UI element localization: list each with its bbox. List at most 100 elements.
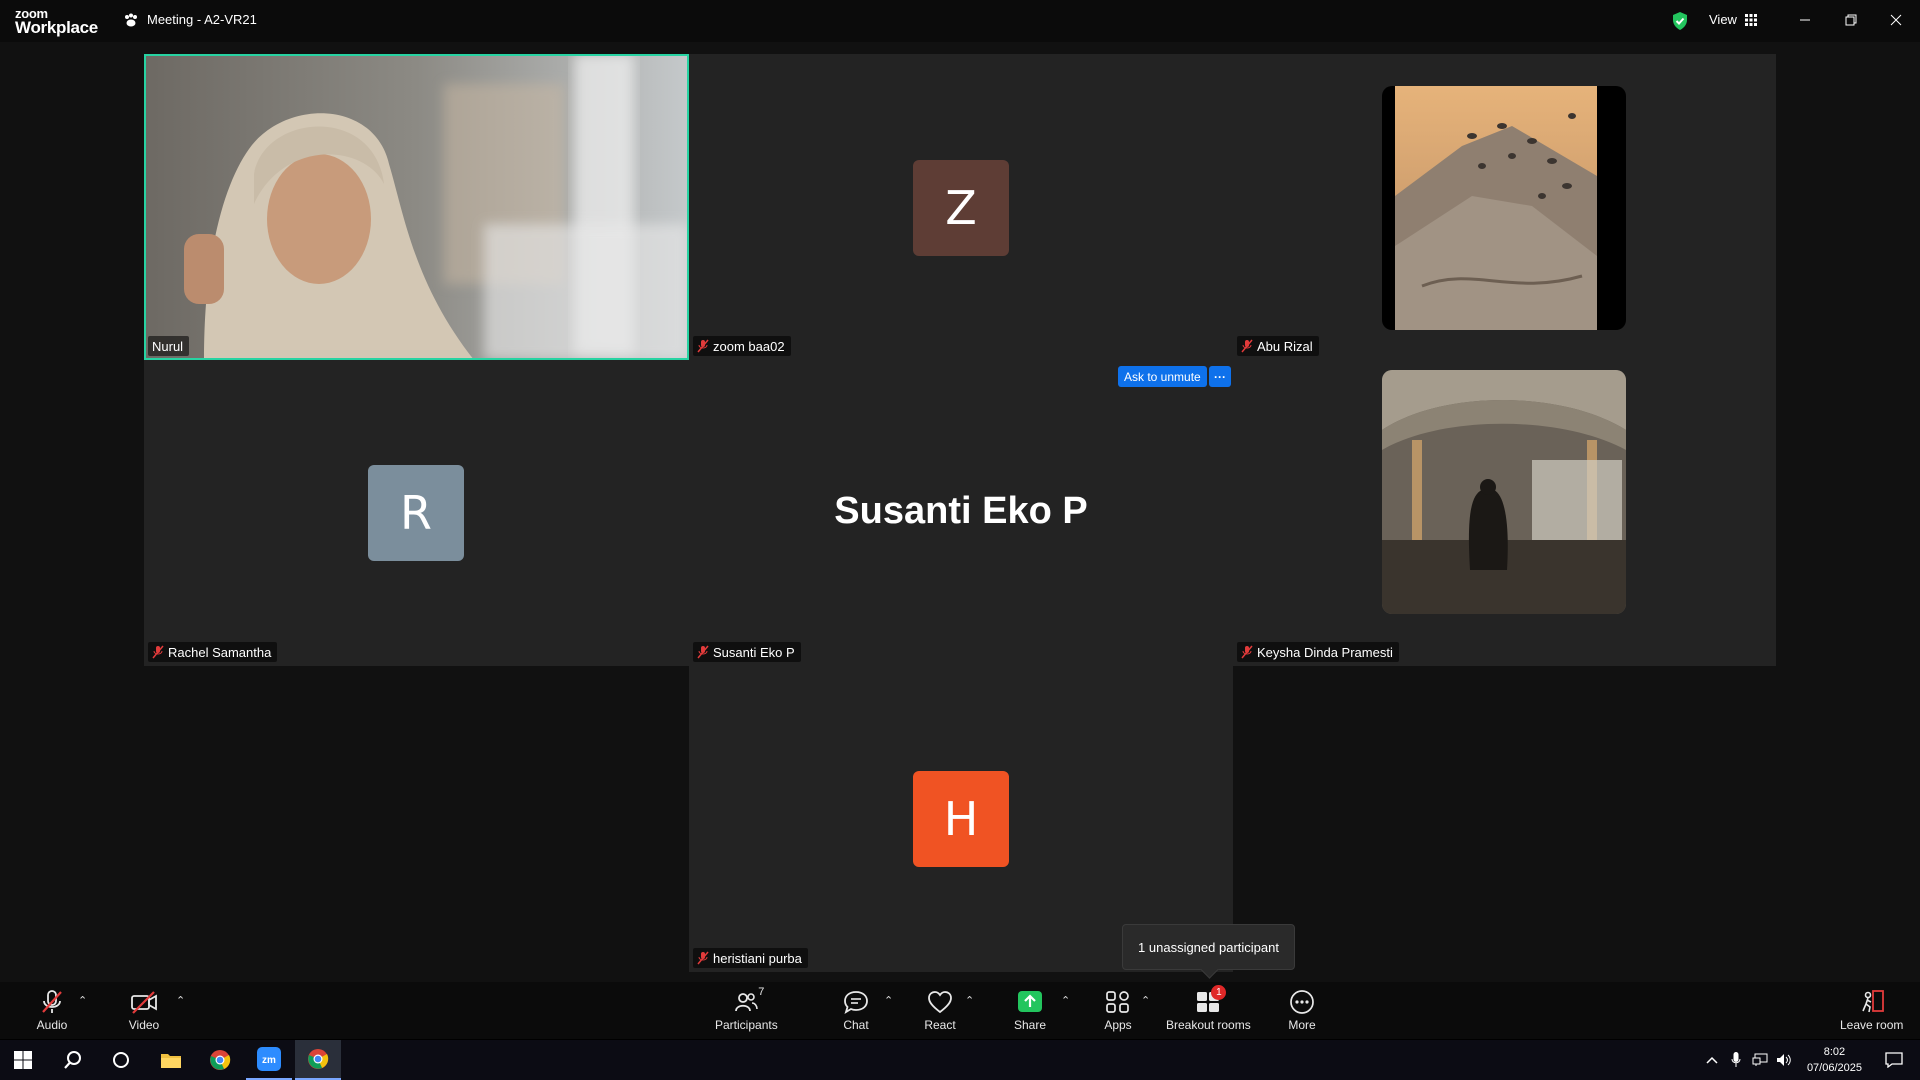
apps-button[interactable]: Apps	[1102, 988, 1134, 1032]
close-icon	[1890, 14, 1902, 26]
birds-on-rock-image	[1395, 86, 1597, 330]
participant-name-tag: Susanti Eko P	[693, 642, 801, 662]
title-bar: zoom Workplace Meeting - A2-VR21 View	[0, 0, 1920, 42]
chat-icon	[844, 991, 868, 1014]
meeting-title: Meeting - A2-VR21	[147, 12, 257, 27]
muted-mic-icon	[697, 645, 709, 659]
grid-icon	[1744, 13, 1757, 26]
participant-name-tag: Keysha Dinda Pramesti	[1237, 642, 1399, 662]
network-icon	[1752, 1053, 1768, 1066]
restore-icon	[1845, 14, 1857, 26]
react-options-caret[interactable]: ⌃	[965, 994, 974, 1007]
chrome-icon	[210, 1050, 231, 1070]
participant-name-tag: zoom baa02	[693, 336, 791, 356]
share-button[interactable]: Share	[1014, 988, 1046, 1032]
tray-overflow-button[interactable]	[1700, 1040, 1724, 1080]
mic-tray-button[interactable]	[1724, 1040, 1748, 1080]
notification-icon	[1885, 1052, 1903, 1068]
zoom-taskbar-button[interactable]: zm	[246, 1040, 292, 1080]
leave-room-icon	[1861, 990, 1884, 1013]
search-button[interactable]	[50, 1040, 96, 1080]
participant-count: 7	[758, 986, 765, 998]
gallery-view: Nurul Z zoom baa02 Abu Rizal R Rachel Sa…	[0, 42, 1920, 982]
audio-options-caret[interactable]: ⌃	[78, 994, 87, 1007]
apps-icon	[1106, 991, 1129, 1013]
ask-to-unmute-button[interactable]: Ask to unmute	[1118, 366, 1207, 387]
microphone-icon	[1731, 1052, 1741, 1067]
video-tile-abu-rizal[interactable]: Abu Rizal	[1233, 54, 1776, 360]
video-button[interactable]: Video	[128, 988, 160, 1032]
mic-muted-icon	[42, 990, 62, 1013]
unassigned-tooltip: 1 unassigned participant	[1122, 924, 1295, 970]
profile-photo	[1382, 86, 1626, 330]
notification-badge: 1	[1211, 985, 1227, 1000]
video-options-caret[interactable]: ⌃	[176, 994, 185, 1007]
more-options-button[interactable]: ···	[1209, 366, 1231, 387]
react-button[interactable]: React	[924, 988, 956, 1032]
muted-mic-icon	[1241, 645, 1253, 659]
video-tile-rachel[interactable]: R Rachel Samantha	[144, 360, 689, 666]
participant-name-tag: heristiani purba	[693, 948, 808, 968]
cortana-icon	[113, 1052, 129, 1068]
folder-icon	[161, 1054, 181, 1068]
zoom-logo: zoom Workplace	[15, 6, 98, 37]
chat-button[interactable]: Chat	[840, 988, 872, 1032]
share-options-caret[interactable]: ⌃	[1061, 994, 1070, 1007]
participant-video	[144, 54, 689, 360]
meeting-toolbar: Audio ⌃ Video ⌃ 7 Participants Chat ⌃ Re…	[0, 982, 1920, 1039]
participant-name-tag: Nurul	[148, 336, 190, 356]
participants-icon	[735, 993, 759, 1012]
windows-taskbar: zm 8:02 07/06/2025	[0, 1040, 1920, 1080]
profile-photo	[1382, 370, 1626, 614]
chat-options-caret[interactable]: ⌃	[884, 994, 893, 1007]
network-tray-button[interactable]	[1748, 1040, 1772, 1080]
participant-display-name: Susanti Eko P	[834, 490, 1088, 532]
shield-check-icon[interactable]	[1670, 11, 1690, 31]
restore-button[interactable]	[1834, 8, 1868, 32]
close-button[interactable]	[1879, 8, 1913, 32]
zoom-app-icon: zm	[257, 1047, 281, 1071]
avatar: H	[913, 771, 1009, 867]
mosque-umbrellas-image	[1382, 370, 1626, 614]
action-center-button[interactable]	[1874, 1040, 1914, 1080]
muted-mic-icon	[697, 951, 709, 965]
video-tile-susanti[interactable]: Susanti Eko P Susanti Eko P	[689, 360, 1233, 666]
cortana-button[interactable]	[98, 1040, 144, 1080]
system-clock[interactable]: 8:02 07/06/2025	[1807, 1044, 1862, 1076]
windows-logo-icon	[14, 1051, 32, 1069]
volume-tray-button[interactable]	[1772, 1040, 1796, 1080]
heart-icon	[928, 991, 952, 1014]
video-tile-keysha[interactable]: Keysha Dinda Pramesti	[1233, 360, 1776, 666]
start-button[interactable]	[0, 1040, 46, 1080]
meeting-info[interactable]: Meeting - A2-VR21	[123, 12, 257, 27]
avatar: R	[368, 465, 464, 561]
muted-mic-icon	[1241, 339, 1253, 353]
leave-room-button[interactable]: Leave room	[1840, 988, 1903, 1032]
camera-off-icon	[131, 991, 157, 1014]
share-screen-icon	[1018, 991, 1043, 1012]
apps-options-caret[interactable]: ⌃	[1141, 994, 1150, 1007]
participant-name-tag: Rachel Samantha	[148, 642, 278, 662]
chrome-icon	[308, 1049, 329, 1069]
video-tile-zoom-baa02[interactable]: Z zoom baa02	[689, 54, 1233, 360]
breakout-rooms-button[interactable]: 1 Breakout rooms	[1166, 985, 1251, 1032]
search-icon	[64, 1051, 81, 1069]
chrome-active-button[interactable]	[295, 1040, 341, 1080]
participant-name-tag: Abu Rizal	[1237, 336, 1319, 356]
svg-text:zm: zm	[262, 1055, 276, 1066]
more-button[interactable]: More	[1286, 988, 1318, 1032]
muted-mic-icon	[697, 339, 709, 353]
participants-button[interactable]: 7 Participants	[715, 986, 778, 1032]
more-dots-icon	[1290, 990, 1314, 1014]
file-explorer-button[interactable]	[148, 1040, 194, 1080]
audio-button[interactable]: Audio	[36, 988, 68, 1032]
volume-icon	[1777, 1054, 1791, 1066]
chrome-button[interactable]	[197, 1040, 243, 1080]
video-tile-nurul[interactable]: Nurul	[144, 54, 689, 360]
minimize-icon	[1800, 19, 1810, 21]
muted-mic-icon	[152, 645, 164, 659]
paw-icon	[125, 13, 137, 26]
chevron-up-icon	[1706, 1056, 1718, 1064]
minimize-button[interactable]	[1788, 8, 1822, 32]
view-button[interactable]: View	[1709, 12, 1757, 27]
